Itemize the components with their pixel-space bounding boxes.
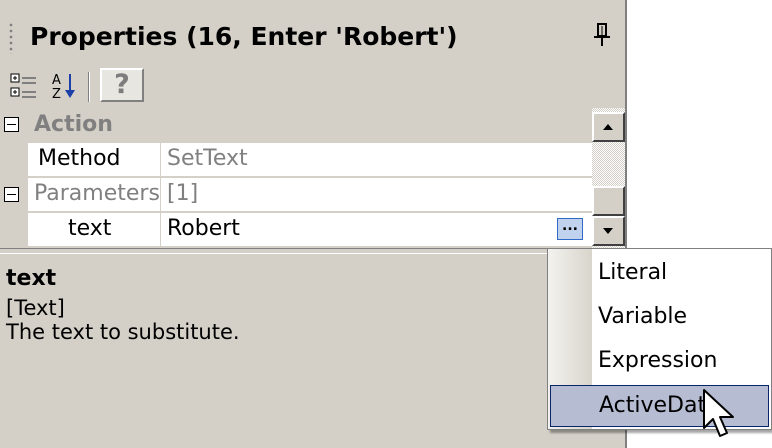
properties-toolbar: A Z ? — [0, 66, 625, 104]
property-value-input[interactable]: Robert — [161, 213, 592, 247]
row-gutter — [0, 143, 28, 178]
mouse-pointer-icon — [703, 389, 734, 437]
category-label: Action — [34, 112, 113, 137]
description-pane: text [Text] The text to substitute. — [0, 256, 625, 448]
scroll-thumb[interactable] — [592, 186, 625, 216]
property-name: Method — [28, 143, 161, 177]
menu-item-literal[interactable]: Literal — [550, 253, 769, 295]
drag-grip-icon[interactable] — [8, 22, 14, 54]
property-name: Parameters — [28, 178, 161, 212]
property-grid: Action Method SetText Parameters [1] tex… — [0, 108, 592, 248]
arrow-up-icon — [603, 124, 613, 130]
panel-title: Properties (16, Enter 'Robert') — [30, 22, 458, 51]
help-button[interactable]: ? — [100, 68, 144, 102]
description-title: text — [6, 266, 57, 291]
property-row-text[interactable]: text Robert ... — [0, 213, 592, 248]
menu-item-expression[interactable]: Expression — [550, 341, 769, 383]
panel-titlebar: Properties (16, Enter 'Robert') — [0, 8, 625, 66]
toolbar-separator — [88, 72, 90, 102]
dropdown-arrow-button[interactable] — [592, 216, 625, 246]
ellipsis-button[interactable]: ... — [557, 218, 583, 240]
pin-icon[interactable] — [590, 20, 614, 50]
row-gutter — [0, 213, 28, 248]
scroll-up-button[interactable] — [592, 112, 625, 142]
collapse-icon[interactable] — [4, 187, 19, 202]
alphabetical-icon[interactable]: A Z — [48, 70, 82, 102]
collapse-icon[interactable] — [4, 117, 19, 132]
grid-scrollbar[interactable] — [592, 108, 625, 248]
property-value[interactable]: [1] — [161, 178, 592, 212]
description-text: The text to substitute. — [6, 320, 240, 344]
property-value[interactable]: SetText — [161, 143, 592, 177]
property-row-parameters[interactable]: Parameters [1] — [0, 178, 592, 213]
splitter[interactable] — [0, 248, 625, 254]
menu-item-variable[interactable]: Variable — [550, 297, 769, 339]
property-row-method[interactable]: Method SetText — [0, 143, 592, 178]
svg-text:A: A — [52, 73, 61, 88]
chevron-down-icon — [603, 228, 613, 234]
properties-panel: Properties (16, Enter 'Robert') A Z ? Ac… — [0, 0, 627, 448]
category-row-action[interactable]: Action — [0, 108, 592, 143]
svg-text:Z: Z — [52, 87, 61, 102]
categorized-icon[interactable] — [8, 70, 42, 102]
property-name: text — [28, 213, 161, 247]
description-type: [Text] — [6, 296, 65, 320]
